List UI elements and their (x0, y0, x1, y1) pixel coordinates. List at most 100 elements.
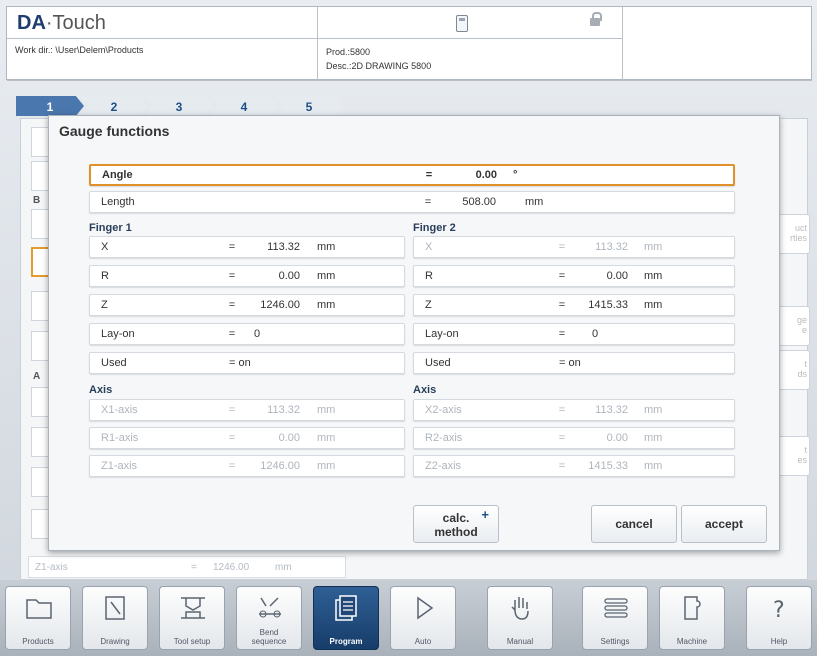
z1-axis-equals: = (191, 562, 197, 573)
nav-manual-button[interactable]: Manual (487, 586, 553, 650)
finger-1-r-field[interactable]: R = 0.00 mm (89, 265, 405, 287)
nav-label: Manual (506, 637, 534, 646)
field-label: Lay-on (425, 328, 459, 340)
field-label: Used (101, 357, 127, 369)
gauge-functions-dialog: Gauge functions Angle = 0.00 ° Length = … (48, 115, 780, 551)
finger-2-lay-on-field[interactable]: Lay-on = 0 (413, 323, 735, 345)
field-value: 1246.00 (260, 460, 300, 472)
logo-brand: DA (17, 12, 46, 34)
nav-bend-sequence-button[interactable]: Bend sequence (236, 586, 302, 650)
hand-icon (511, 597, 529, 620)
header-right-panel (623, 7, 812, 81)
x1-axis-field: X1-axis = 113.32 mm (89, 399, 405, 421)
z1-axis-label: Z1-axis (35, 562, 68, 573)
length-label: Length (101, 196, 135, 208)
product-description: Desc.:2D DRAWING 5800 (326, 61, 432, 71)
unlock-icon[interactable] (590, 12, 602, 26)
angle-value: 0.00 (475, 169, 497, 181)
field-equals: = (228, 328, 236, 340)
tab-step-1[interactable]: 1 (16, 96, 84, 116)
tab-step-4[interactable]: 4 (210, 96, 278, 116)
expand-plus-icon: + (481, 507, 489, 522)
nav-products-button[interactable]: Products (5, 586, 71, 650)
nav-drawing-button[interactable]: Drawing (82, 586, 148, 650)
finger-1-z-field[interactable]: Z = 1246.00 mm (89, 294, 405, 316)
field-label: Z2-axis (425, 460, 462, 472)
field-value: 1415.33 (588, 299, 628, 311)
length-field[interactable]: Length = 508.00 mm (89, 191, 735, 213)
tab-step-2[interactable]: 2 (80, 96, 148, 116)
tab-step-5[interactable]: 5 (275, 96, 343, 116)
cancel-button[interactable]: cancel (591, 505, 677, 543)
nav-label: Drawing (100, 637, 130, 646)
nav-program-button[interactable]: Program (313, 586, 379, 650)
x2-axis-field: X2-axis = 113.32 mm (413, 399, 735, 421)
tab-step-3[interactable]: 3 (145, 96, 213, 116)
field-value: = on (229, 357, 251, 369)
settings-icon (604, 598, 628, 618)
nav-label: Machine (676, 637, 708, 646)
angle-label: Angle (102, 169, 133, 181)
finger-2-r-field[interactable]: R = 0.00 mm (413, 265, 735, 287)
finger-1-used-field[interactable]: Used = on (89, 352, 405, 374)
field-value: 113.32 (267, 241, 300, 253)
finger-2-x-field: X = 113.32 mm (413, 236, 735, 258)
field-label: Z (101, 299, 108, 311)
field-label: X (425, 241, 433, 253)
dialog-title: Gauge functions (59, 123, 170, 139)
bend-sequence-icon (259, 597, 281, 618)
field-unit: mm (317, 270, 336, 282)
angle-field[interactable]: Angle = 0.00 ° (89, 164, 735, 186)
field-value: 0.00 (278, 270, 300, 282)
field-value: 0 (592, 328, 599, 340)
logo-product: ·Touch (45, 12, 106, 34)
field-label: R (425, 270, 433, 282)
nav-label: Tool setup (173, 637, 211, 646)
nav-machine-button[interactable]: Machine (659, 586, 725, 650)
field-label: Lay-on (101, 328, 135, 340)
finger-2-z-field[interactable]: Z = 1415.33 mm (413, 294, 735, 316)
drawing-icon (105, 596, 125, 620)
finger-2-used-field[interactable]: Used = on (413, 352, 735, 374)
nav-tool-setup-button[interactable]: Tool setup (159, 586, 225, 650)
field-label: X1-axis (101, 404, 138, 416)
calc-method-button[interactable]: + calc. method (413, 505, 499, 543)
calculator-icon[interactable] (456, 15, 468, 32)
z1-axis-field: Z1-axis = 1246.00 mm (89, 455, 405, 477)
field-unit: mm (317, 241, 336, 253)
finger-2-heading: Finger 2 (413, 222, 456, 234)
nav-label: Program (329, 637, 363, 646)
angle-unit: ° (513, 169, 518, 181)
length-unit: mm (525, 196, 544, 208)
program-icon (335, 595, 357, 621)
field-unit: mm (644, 460, 663, 472)
svg-text:?: ? (773, 598, 785, 622)
field-value: 113.32 (595, 241, 628, 253)
field-unit: mm (317, 432, 336, 444)
r1-axis-field: R1-axis = 0.00 mm (89, 427, 405, 449)
product-number: Prod.:5800 (326, 47, 371, 57)
nav-settings-button[interactable]: Settings (582, 586, 648, 650)
field-value: = on (559, 357, 581, 369)
field-unit: mm (644, 432, 663, 444)
finger-1-lay-on-field[interactable]: Lay-on = 0 (89, 323, 405, 345)
accept-button[interactable]: accept (681, 505, 767, 543)
field-label: R (101, 270, 109, 282)
field-equals: = (558, 328, 566, 340)
nav-help-button[interactable]: ? Help (746, 586, 812, 650)
section-label-b: B (33, 195, 41, 206)
field-value: 1415.33 (588, 460, 628, 472)
nav-label: Bend sequence (251, 628, 287, 646)
field-value: 0 (254, 328, 261, 340)
field-unit: mm (644, 241, 663, 253)
app-logo: DA·Touch (7, 7, 318, 39)
field-label: Used (425, 357, 451, 369)
field-unit: mm (317, 299, 336, 311)
field-unit: mm (644, 404, 663, 416)
finger-1-heading: Finger 1 (89, 222, 132, 234)
finger-1-x-field[interactable]: X = 113.32 mm (89, 236, 405, 258)
nav-auto-button[interactable]: Auto (390, 586, 456, 650)
z1-axis-value: 1246.00 (213, 562, 250, 573)
field-value: 1246.00 (260, 299, 300, 311)
calc-method-label-2: method (434, 525, 478, 539)
